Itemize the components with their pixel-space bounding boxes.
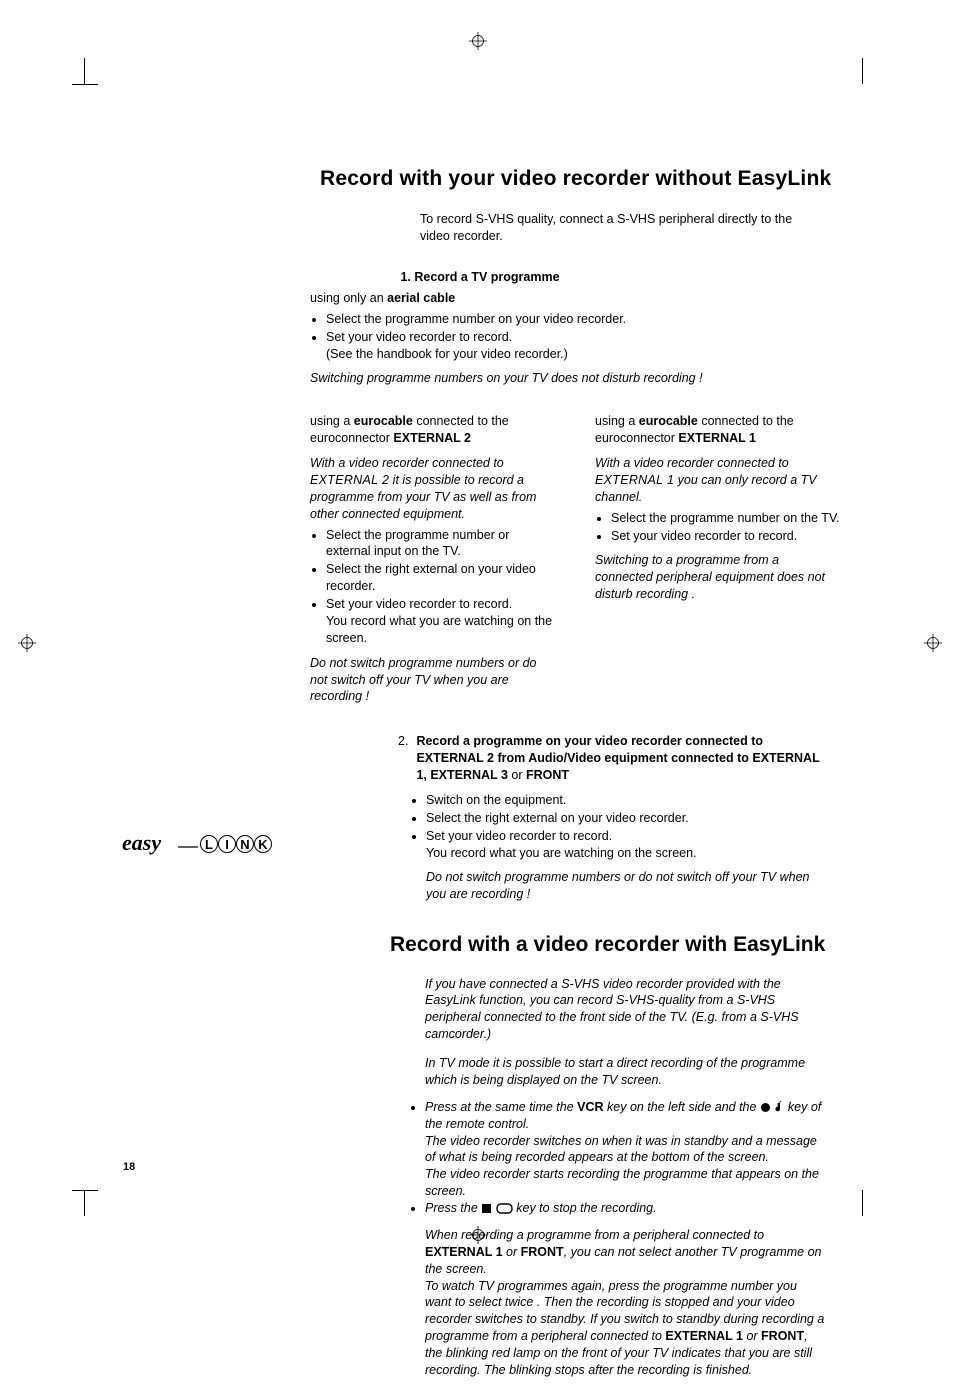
list-item: Press at the same time the VCR key on th… (425, 1099, 825, 1200)
crop-mark (862, 1190, 863, 1216)
sec2-list: Switch on the equipment. Select the righ… (410, 792, 828, 862)
list-item: Set your video recorder to record.(See t… (326, 329, 830, 363)
col-list: Select the programme number or external … (310, 527, 555, 647)
col-note-1: With a video recorder connected to EXTER… (595, 455, 840, 506)
crop-mark (84, 1190, 85, 1216)
crop-mark (72, 1190, 98, 1191)
col-note-1: With a video recorder connected to EXTER… (310, 455, 555, 523)
col-list: Select the programme number on the TV. S… (595, 510, 840, 545)
svg-text:K: K (258, 837, 268, 852)
svg-text:easy: easy (122, 830, 161, 855)
list-item: Select the right external on your video … (326, 561, 555, 595)
subsection-heading-1: 1. Record a TV programme (120, 269, 840, 286)
list-item: Select the programme number on the TV. (611, 510, 840, 527)
section-title-1: Record with your video recorder without … (320, 165, 840, 193)
svg-text:L: L (205, 837, 213, 852)
aerial-list: Select the programme number on your vide… (310, 311, 830, 363)
sec3-list: Press at the same time the VCR key on th… (413, 1099, 825, 1217)
record-icon (760, 1102, 771, 1113)
sec3-intro: If you have connected a S-VHS video reco… (425, 976, 825, 1044)
list-item: Select the programme number or external … (326, 527, 555, 561)
section-title-2: Record with a video recorder with EasyLi… (390, 931, 840, 959)
col-note-2: Switching to a programme from a connecte… (595, 552, 840, 603)
stop-icon (481, 1203, 492, 1214)
registration-mark-icon (18, 634, 36, 652)
svg-text:I: I (225, 837, 229, 852)
registration-mark-icon (924, 634, 942, 652)
list-item: Select the right external on your video … (426, 810, 828, 827)
subsection-heading-2: 2. Record a programme on your video reco… (398, 733, 828, 784)
list-item: Set your video recorder to record. (611, 528, 840, 545)
list-item: Press the key to stop the recording. (425, 1200, 825, 1217)
crop-mark (862, 58, 863, 84)
list-item: Select the programme number on your vide… (326, 311, 830, 328)
aerial-note: Switching programme numbers on your TV d… (310, 370, 830, 387)
note-icon (774, 1100, 784, 1113)
col-heading: using a eurocable connected to the euroc… (595, 413, 840, 447)
sec2-note: Do not switch programme numbers or do no… (426, 869, 828, 903)
rounded-rect-icon (496, 1203, 513, 1214)
sec3-p1: In TV mode it is possible to start a dir… (425, 1055, 825, 1089)
list-item: Set your video recorder to record.You re… (326, 596, 555, 647)
list-item: Switch on the equipment. (426, 792, 828, 809)
col-note-2: Do not switch programme numbers or do no… (310, 655, 555, 706)
crop-mark (84, 58, 85, 84)
sec3-warning: When recording a programme from a periph… (425, 1227, 825, 1379)
easylink-logo: easy L I N K (120, 830, 290, 865)
intro-paragraph: To record S-VHS quality, connect a S-VHS… (420, 211, 825, 245)
list-item: Set your video recorder to record.You re… (426, 828, 828, 862)
aerial-line: using only an aerial cable (310, 290, 830, 307)
col-heading: using a eurocable connected to the euroc… (310, 413, 555, 447)
svg-text:N: N (240, 837, 249, 852)
column-external-2: using a eurocable connected to the euroc… (310, 413, 555, 707)
column-external-1: using a eurocable connected to the euroc… (595, 413, 840, 707)
page-number: 18 (123, 1160, 135, 1175)
registration-mark-icon (469, 32, 487, 50)
crop-mark (72, 84, 98, 85)
